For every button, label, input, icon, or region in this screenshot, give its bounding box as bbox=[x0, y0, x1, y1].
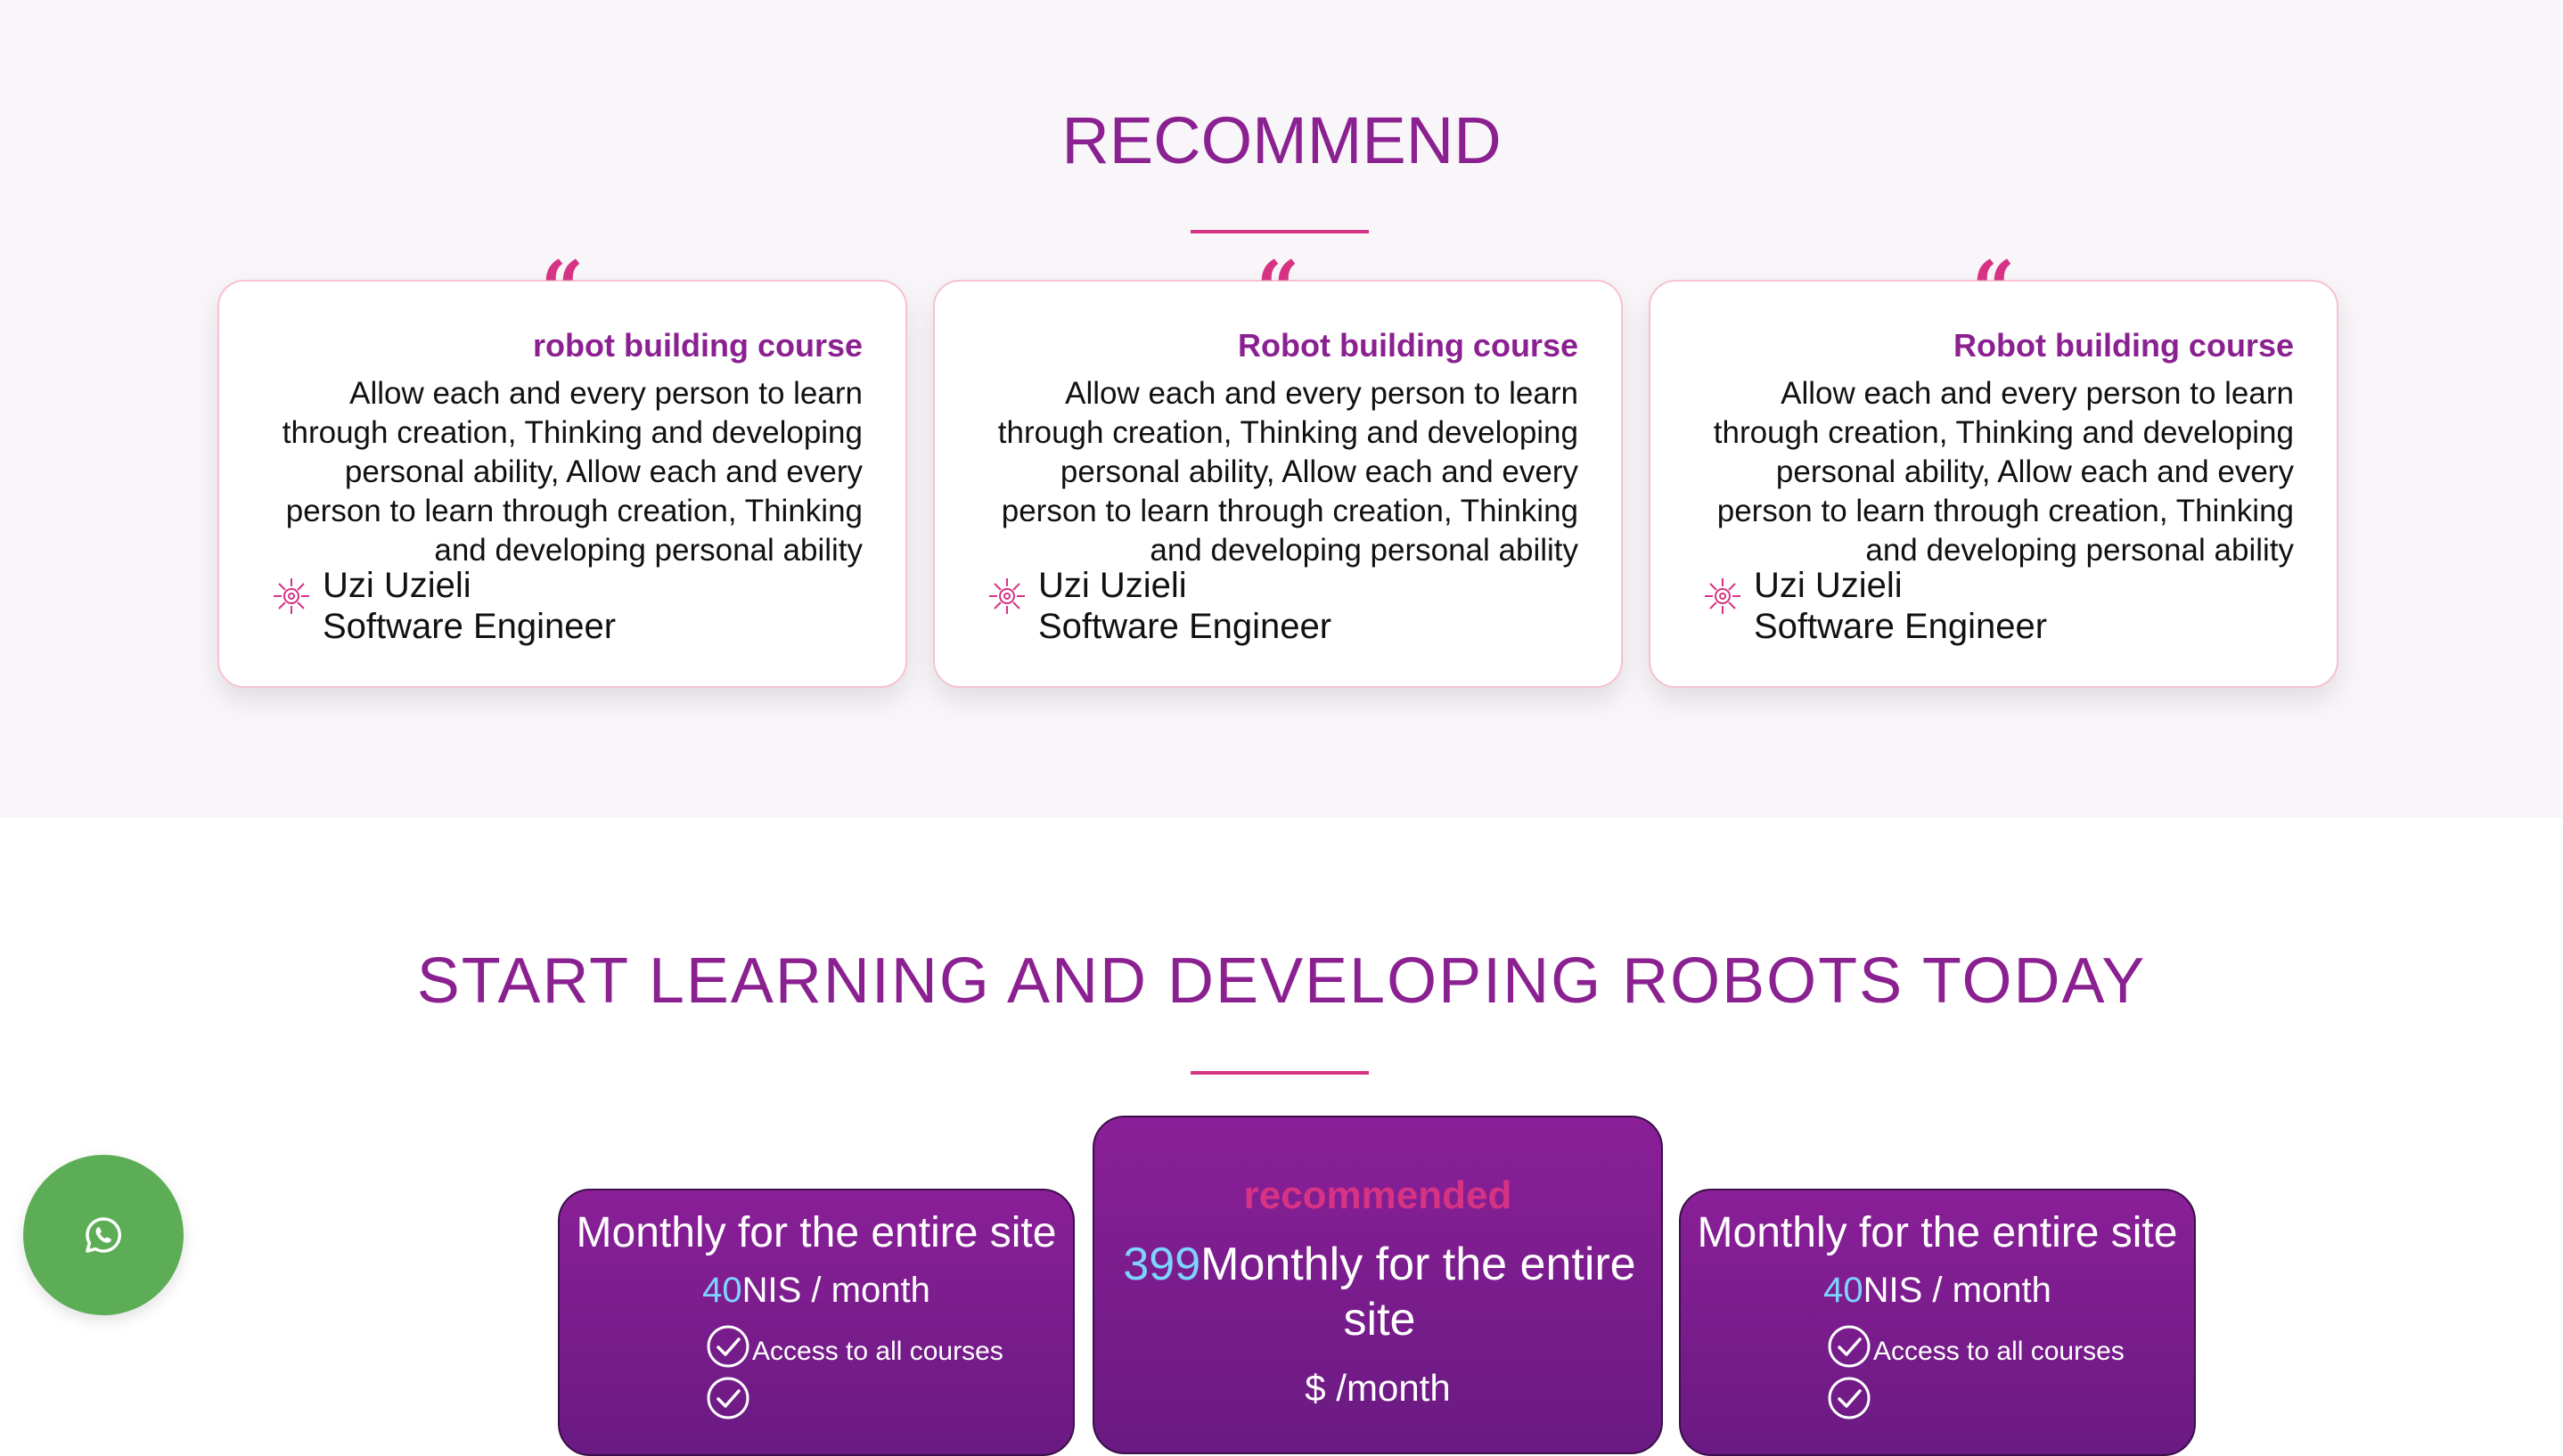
pricing-card[interactable]: Monthly for the entire site 40NIS / mont… bbox=[558, 1189, 1075, 1456]
plan-feature bbox=[706, 1377, 752, 1420]
testimonial-course: Robot building course bbox=[1953, 327, 2294, 364]
plan-name: Monthly for the entire site bbox=[1697, 1209, 2178, 1256]
pricing-card-recommended[interactable]: recommended 399Monthly for the entire si… bbox=[1093, 1116, 1663, 1454]
recommended-badge: recommended bbox=[1243, 1174, 1512, 1217]
plan-price-title: 399Monthly for the entire site bbox=[1112, 1237, 1647, 1347]
robot-logo-icon bbox=[989, 578, 1025, 614]
quote-icon: “ bbox=[1256, 244, 1300, 332]
robot-logo-icon bbox=[1705, 578, 1740, 614]
testimonial-author-role: Software Engineer bbox=[323, 607, 617, 646]
plan-price-unit: $ /month bbox=[1305, 1367, 1451, 1409]
check-circle-icon bbox=[707, 1325, 749, 1368]
plan-name: Monthly for the entire site bbox=[576, 1209, 1057, 1256]
testimonial-text: Allow each and every person to learn thr… bbox=[997, 376, 1578, 568]
testimonial-course: Robot building course bbox=[1238, 327, 1578, 364]
plan-feature-text: Access to all courses bbox=[1873, 1337, 2125, 1366]
recommend-title: RECOMMEND bbox=[1061, 103, 1502, 177]
testimonial-author-role: Software Engineer bbox=[1754, 607, 2048, 646]
plan-price: 40NIS / month bbox=[560, 1269, 1073, 1312]
quote-icon: “ bbox=[540, 244, 585, 332]
testimonial-author-name: Uzi Uzieli bbox=[1038, 566, 1187, 605]
plan-feature bbox=[1827, 1377, 1873, 1420]
testimonial-author-role: Software Engineer bbox=[1038, 607, 1332, 646]
pricing-divider bbox=[1191, 1071, 1369, 1075]
plan-name: Monthly for the entire site bbox=[1200, 1239, 1636, 1346]
testimonial-card: “ Robot building course Allow each and e… bbox=[1649, 251, 2338, 688]
plan-price: 40NIS / month bbox=[1681, 1269, 2194, 1312]
recommend-divider bbox=[1191, 230, 1369, 233]
testimonial-text: Allow each and every person to learn thr… bbox=[282, 376, 863, 568]
plan-price-number: 399 bbox=[1123, 1239, 1201, 1290]
plan-feature-text: Access to all courses bbox=[752, 1337, 1003, 1366]
pricing-card[interactable]: Monthly for the entire site 40NIS / mont… bbox=[1679, 1189, 2196, 1456]
recommend-section: RECOMMEND “ robot building course Allow … bbox=[0, 0, 2563, 818]
testimonial-course: robot building course bbox=[533, 327, 863, 364]
quote-icon: “ bbox=[1971, 244, 2016, 332]
robot-logo-icon bbox=[274, 578, 309, 614]
pricing-title: START LEARNING AND DEVELOPING ROBOTS TOD… bbox=[416, 945, 2147, 1017]
check-circle-icon bbox=[707, 1377, 749, 1419]
testimonial-author-name: Uzi Uzieli bbox=[1754, 566, 1903, 605]
check-circle-icon bbox=[1828, 1377, 1871, 1419]
testimonial-author-name: Uzi Uzieli bbox=[323, 566, 471, 605]
testimonial-card: “ robot building course Allow each and e… bbox=[217, 251, 907, 688]
whatsapp-icon bbox=[86, 1217, 122, 1253]
plan-price-unit: NIS / month bbox=[741, 1271, 930, 1310]
plan-price-unit: NIS / month bbox=[1863, 1271, 2051, 1310]
check-circle-icon bbox=[1828, 1325, 1871, 1368]
plan-price-number: 40 bbox=[702, 1271, 742, 1310]
testimonial-text: Allow each and every person to learn thr… bbox=[1713, 376, 2294, 568]
whatsapp-button[interactable] bbox=[23, 1155, 184, 1315]
testimonial-card: “ Robot building course Allow each and e… bbox=[933, 251, 1623, 688]
plan-feature: Access to all courses bbox=[1827, 1325, 2125, 1369]
plan-feature: Access to all courses bbox=[706, 1325, 1003, 1369]
plan-price-number: 40 bbox=[1823, 1271, 1863, 1310]
